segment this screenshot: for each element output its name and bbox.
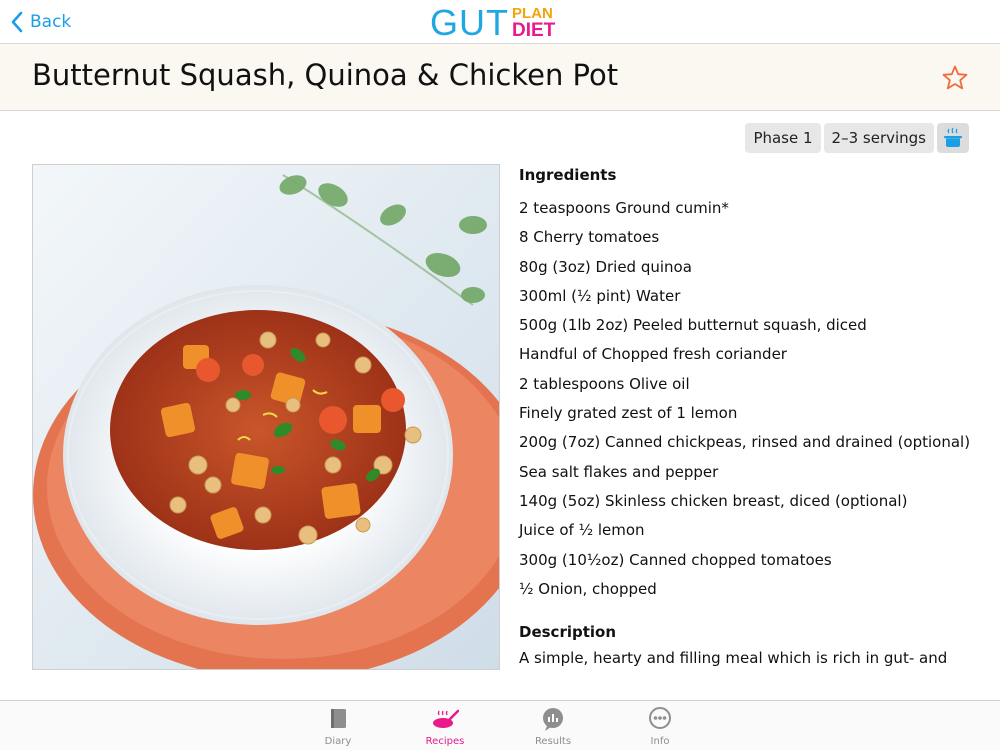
- tab-label: Recipes: [425, 736, 465, 747]
- tab-label: Results: [534, 736, 572, 747]
- ingredient-item: Finely grated zest of 1 lemon: [519, 404, 738, 423]
- ingredients-heading: Ingredients: [519, 166, 617, 184]
- tab-label: Info: [650, 736, 670, 747]
- cooking-pot-tag: [937, 123, 969, 153]
- ingredients-list: 2 teaspoons Ground cumin* 8 Cherry tomat…: [519, 194, 989, 604]
- back-button[interactable]: Back: [10, 8, 71, 36]
- stew-bowl-illustration: [33, 165, 499, 669]
- tab-results[interactable]: Results: [518, 706, 588, 747]
- ingredient-item: Juice of ½ lemon: [519, 521, 645, 540]
- ingredient-item: Sea salt flakes and pepper: [519, 462, 719, 481]
- ingredient-item: 300ml (½ pint) Water: [519, 286, 681, 305]
- chevron-left-icon: [11, 11, 23, 33]
- ingredient-item: 8 Cherry tomatoes: [519, 228, 660, 247]
- ingredient-item: 2 tablespoons Olive oil: [519, 374, 690, 393]
- tab-label: Diary: [324, 736, 352, 747]
- ingredient-item: 140g (5oz) Skinless chicken breast, dice…: [519, 491, 908, 510]
- book-icon: [331, 709, 346, 728]
- tab-recipes[interactable]: Recipes: [410, 706, 480, 747]
- more-bubble-icon: [649, 707, 671, 729]
- ingredient-item: 200g (7oz) Canned chickpeas, rinsed and …: [519, 433, 971, 452]
- bottom-tab-bar: Diary Recipes Results Info: [0, 700, 1000, 750]
- recipe-photo: [32, 164, 500, 670]
- top-nav-bar: Back GUT PLAN DIET: [0, 0, 1000, 44]
- logo-diet: DIET: [512, 20, 556, 41]
- phase-tag: Phase 1: [745, 123, 821, 153]
- servings-tag: 2–3 servings: [823, 123, 934, 153]
- chart-bubble-icon: [543, 708, 563, 731]
- cooking-pot-icon: [944, 127, 962, 147]
- recipe-content: Ingredients 2 teaspoons Ground cumin* 8 …: [519, 164, 989, 667]
- recipe-tags: Phase 1 2–3 servings: [745, 123, 969, 153]
- back-label: Back: [30, 12, 72, 32]
- description-heading: Description: [519, 623, 617, 642]
- logo-plan: PLAN: [512, 5, 553, 22]
- logo-gut: GUT: [430, 2, 509, 43]
- ingredient-item: 500g (1lb 2oz) Peeled butternut squash, …: [519, 316, 867, 335]
- recipe-title: Butternut Squash, Quinoa & Chicken Pot: [32, 58, 619, 92]
- ingredient-item: 80g (3oz) Dried quinoa: [519, 257, 692, 276]
- app-logo: GUT PLAN DIET: [430, 3, 555, 41]
- ingredient-item: 300g (10½oz) Canned chopped tomatoes: [519, 550, 832, 569]
- favorite-star-icon[interactable]: [941, 64, 969, 92]
- ingredient-item: 2 teaspoons Ground cumin*: [519, 199, 729, 217]
- pan-icon: [433, 709, 459, 728]
- description-text: A simple, hearty and filling meal which …: [519, 649, 948, 668]
- recipe-title-bar: Butternut Squash, Quinoa & Chicken Pot: [0, 44, 1000, 111]
- ingredient-item: ½ Onion, chopped: [519, 579, 657, 598]
- tab-diary[interactable]: Diary: [303, 706, 373, 747]
- tab-info[interactable]: Info: [625, 706, 695, 747]
- ingredient-item: Handful of Chopped fresh coriander: [519, 345, 787, 364]
